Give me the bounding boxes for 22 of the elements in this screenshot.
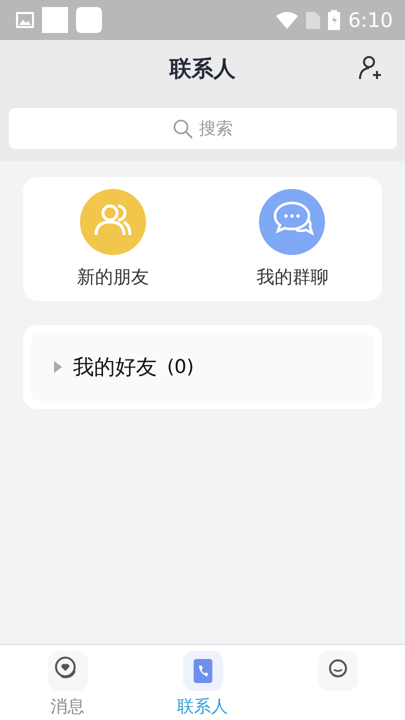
phone-book-icon [182,651,222,691]
chat-bubble-icon [48,651,88,691]
group-count: (0) [167,356,194,378]
notification-icon [76,7,102,33]
page-title: 联系人 [170,56,236,84]
chat-bubbles-icon[interactable] [259,189,326,255]
status-time: 6:10 [348,8,393,32]
shortcut-label[interactable]: 新的朋友 [76,265,149,289]
face-icon [318,651,358,691]
search-placeholder: 搜索 [199,118,233,140]
no-sim-icon [306,12,320,28]
people-icon[interactable] [80,189,146,255]
battery-icon [328,10,340,30]
add-contact-icon[interactable] [359,55,383,81]
search-icon [173,118,193,138]
friend-group-row[interactable]: 我的好友 (0) [31,333,374,401]
group-name: 我的好友 [73,354,157,381]
tab[interactable]: 消息 [0,645,135,720]
shortcut-label[interactable]: 我的群聊 [256,265,328,289]
wifi-icon [276,12,298,28]
notification-icon [42,7,68,33]
image-icon [16,12,34,28]
